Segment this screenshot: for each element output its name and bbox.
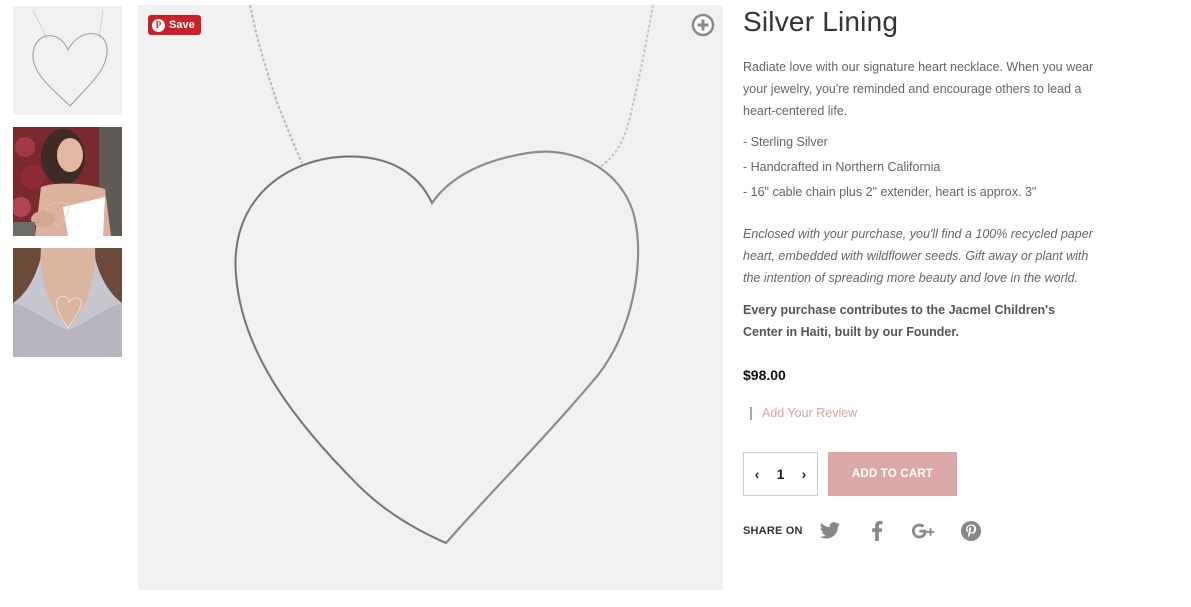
review-row: Add Your Review [750,406,1103,420]
facebook-icon[interactable] [864,518,890,544]
thumbnail-1[interactable] [13,6,122,115]
google-plus-icon[interactable] [911,518,937,544]
quantity-input[interactable] [768,466,793,482]
pinterest-save-button[interactable]: P Save [148,15,201,35]
heart-necklace-photo [138,5,723,590]
product-title: Silver Lining [743,6,899,37]
zoom-plus-icon[interactable] [691,13,715,37]
product-price: $98.00 [743,367,786,383]
thumbnail-gallery [13,6,122,369]
feature-list: - Sterling Silver - Handcrafted in North… [743,130,1103,205]
pinterest-icon[interactable] [958,518,984,544]
quantity-stepper: ‹ › [743,452,818,496]
add-to-cart-button[interactable]: ADD TO CART [828,452,957,496]
add-review-link[interactable]: Add Your Review [762,406,857,420]
share-label: SHARE ON [743,525,803,537]
product-description: Radiate love with our signature heart ne… [743,60,1094,118]
pinterest-p-icon: P [152,18,165,32]
decrement-button[interactable]: ‹ [750,466,764,482]
share-row: SHARE ON [743,518,1103,544]
thumbnail-heart-image [13,6,122,115]
thumbnail-neckline-image [13,248,122,357]
main-product-image: P Save [138,5,723,590]
charity-note: Every purchase contributes to the Jacmel… [743,303,1056,339]
divider [750,406,752,420]
feature-item: - Handcrafted in Northern California [743,160,941,174]
cart-row: ‹ › ADD TO CART [743,452,1103,496]
increment-button[interactable]: › [797,466,811,482]
product-details: Silver Lining Radiate love with our sign… [743,5,1103,544]
twitter-icon[interactable] [817,518,843,544]
thumbnail-3[interactable] [13,248,122,357]
save-label: Save [169,19,195,31]
thumbnail-2[interactable] [13,127,122,236]
feature-item: - 16" cable chain plus 2" extender, hear… [743,185,1037,199]
product-page: P Save Silver Lining Radiate love with o… [0,0,1191,607]
thumbnail-model-image [13,127,122,236]
feature-item: - Sterling Silver [743,135,828,149]
gift-note: Enclosed with your purchase, you'll find… [743,227,1093,285]
